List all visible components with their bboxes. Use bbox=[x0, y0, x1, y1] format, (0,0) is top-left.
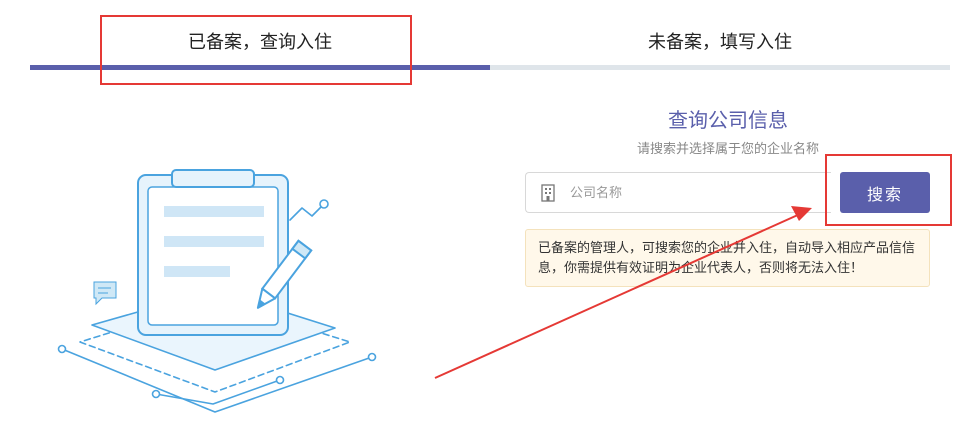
tab-registered-query[interactable]: 已备案，查询入住 bbox=[30, 0, 490, 66]
notice-message: 已备案的管理人，可搜索您的企业并入住，自动导入相应产品信信息，你需提供有效证明为… bbox=[525, 229, 930, 287]
active-tab-indicator bbox=[30, 65, 490, 70]
inactive-tab-indicator bbox=[490, 65, 950, 70]
search-button[interactable]: 搜索 bbox=[840, 172, 930, 213]
company-search-field bbox=[525, 172, 831, 214]
panel-subtitle: 请搜索并选择属于您的企业名称 bbox=[636, 142, 819, 157]
company-name-input[interactable] bbox=[568, 173, 827, 214]
clipboard-pencil-illustration bbox=[57, 169, 377, 413]
tab-bar: 已备案，查询入住 未备案，填写入住 bbox=[30, 0, 950, 72]
building-icon bbox=[541, 184, 555, 202]
panel-title: 查询公司信息 bbox=[668, 108, 788, 132]
tab-unregistered-fill[interactable]: 未备案，填写入住 bbox=[490, 0, 950, 66]
